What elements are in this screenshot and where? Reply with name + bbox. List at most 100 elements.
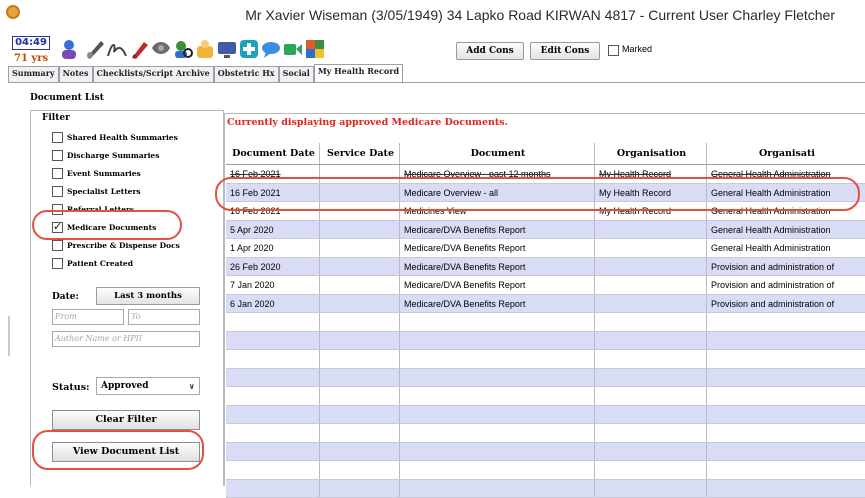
table-cell: 7 Jan 2020 <box>226 276 320 294</box>
patient-age: 71 yrs <box>14 53 48 64</box>
tab-my-health-record[interactable]: My Health Record <box>314 64 403 82</box>
panel-resize-handle[interactable] <box>8 316 16 356</box>
table-cell <box>320 202 400 220</box>
table-cell <box>320 406 400 424</box>
table-cell <box>707 332 865 350</box>
table-row[interactable] <box>226 369 865 388</box>
from-date-input[interactable]: From <box>52 309 124 325</box>
table-cell: Provision and administration of <box>707 276 865 294</box>
filter-referral-letters[interactable]: Referral Letters <box>52 202 134 216</box>
date-range-button[interactable]: Last 3 months <box>96 287 200 305</box>
table-cell <box>226 461 320 479</box>
filter-patient-created[interactable]: Patient Created <box>52 256 133 270</box>
table-row[interactable] <box>226 332 865 351</box>
app-icon <box>6 5 20 19</box>
header-service-date[interactable]: Service Date <box>320 143 400 164</box>
plus-icon[interactable] <box>238 38 260 60</box>
checkbox[interactable] <box>52 258 63 269</box>
view-document-list-button[interactable]: View Document List <box>52 442 200 462</box>
filter-specialist-letters[interactable]: Specialist Letters <box>52 184 141 198</box>
table-cell <box>595 461 707 479</box>
tab-social[interactable]: Social <box>279 66 314 82</box>
table-cell <box>400 387 595 405</box>
to-date-input[interactable]: To <box>128 309 200 325</box>
checkbox[interactable] <box>52 168 63 179</box>
header-document[interactable]: Document <box>400 143 595 164</box>
filter-event-summaries[interactable]: Event Summaries <box>52 166 141 180</box>
drug-icon[interactable] <box>194 38 216 60</box>
document-table: Document Date Service Date Document Orga… <box>226 143 865 498</box>
table-cell: Medicare Overview - all <box>400 184 595 202</box>
table-cell <box>595 295 707 313</box>
pencil-icon[interactable] <box>128 38 150 60</box>
pen-icon[interactable] <box>84 38 106 60</box>
table-row[interactable]: 7 Jan 2020Medicare/DVA Benefits ReportPr… <box>226 276 865 295</box>
table-cell <box>320 258 400 276</box>
table-row[interactable]: 5 Apr 2020Medicare/DVA Benefits ReportGe… <box>226 221 865 240</box>
table-row[interactable] <box>226 313 865 332</box>
tab-checklists[interactable]: Checklists/Script Archive <box>93 66 214 82</box>
table-row[interactable] <box>226 424 865 443</box>
search-user-icon[interactable] <box>172 38 194 60</box>
table-cell <box>320 350 400 368</box>
puzzle-icon[interactable] <box>304 38 326 60</box>
title-bar: Mr Xavier Wiseman (3/05/1949) 34 Lapko R… <box>0 0 865 30</box>
patient-icon[interactable] <box>58 38 80 60</box>
window-title: Mr Xavier Wiseman (3/05/1949) 34 Lapko R… <box>245 7 835 23</box>
table-row[interactable] <box>226 480 865 498</box>
table-cell <box>400 480 595 498</box>
table-row[interactable] <box>226 406 865 425</box>
table-cell: Medicare/DVA Benefits Report <box>400 258 595 276</box>
video-icon[interactable] <box>282 38 304 60</box>
clear-filter-button[interactable]: Clear Filter <box>52 410 200 430</box>
table-row[interactable]: 16 Feb 2021Medicines ViewMy Health Recor… <box>226 202 865 221</box>
table-row[interactable]: 6 Jan 2020Medicare/DVA Benefits ReportPr… <box>226 295 865 314</box>
header-document-date[interactable]: Document Date <box>226 143 320 164</box>
signature-icon[interactable] <box>106 38 128 60</box>
table-row[interactable] <box>226 387 865 406</box>
checkbox-checked[interactable] <box>52 222 63 233</box>
author-input[interactable]: Author Name or HPII <box>52 331 200 347</box>
table-cell: My Health Record <box>595 165 707 183</box>
clock: 04:49 <box>12 36 50 50</box>
checkbox[interactable] <box>52 186 63 197</box>
marked-checkbox[interactable] <box>608 45 619 56</box>
header-organisation[interactable]: Organisation <box>595 143 707 164</box>
table-row[interactable]: 16 Feb 2021Medicare Overview - past 12 m… <box>226 165 865 184</box>
checkbox[interactable] <box>52 204 63 215</box>
filter-medicare-documents[interactable]: Medicare Documents <box>52 220 156 234</box>
table-cell <box>320 480 400 498</box>
tab-notes[interactable]: Notes <box>59 66 93 82</box>
monitor-icon[interactable] <box>216 38 238 60</box>
checkbox[interactable] <box>52 132 63 143</box>
table-row[interactable]: 26 Feb 2020Medicare/DVA Benefits ReportP… <box>226 258 865 277</box>
filter-prescribe-dispense-docs[interactable]: Prescribe & Dispense Docs <box>52 238 180 252</box>
table-cell: 1 Apr 2020 <box>226 239 320 257</box>
table-row[interactable]: 16 Feb 2021Medicare Overview - allMy Hea… <box>226 184 865 203</box>
table-cell: Medicines View <box>400 202 595 220</box>
table-cell <box>320 461 400 479</box>
table-row[interactable] <box>226 350 865 369</box>
filter-discharge-summaries[interactable]: Discharge Summaries <box>52 148 159 162</box>
filter-shared-health-summaries[interactable]: Shared Health Summaries <box>52 130 178 144</box>
tab-summary[interactable]: Summary <box>8 66 59 82</box>
table-cell <box>400 406 595 424</box>
tab-obstetric-hx[interactable]: Obstetric Hx <box>214 66 279 82</box>
checkbox[interactable] <box>52 240 63 251</box>
table-cell <box>595 350 707 368</box>
tab-bar: Summary Notes Checklists/Script Archive … <box>8 66 403 82</box>
status-select[interactable]: Approved ∨ <box>96 377 200 395</box>
edit-cons-button[interactable]: Edit Cons <box>530 42 600 60</box>
table-header: Document Date Service Date Document Orga… <box>226 143 865 165</box>
table-cell <box>320 332 400 350</box>
table-cell <box>226 313 320 331</box>
table-row[interactable]: 1 Apr 2020Medicare/DVA Benefits ReportGe… <box>226 239 865 258</box>
chat-icon[interactable] <box>260 38 282 60</box>
table-row[interactable] <box>226 461 865 480</box>
checkbox[interactable] <box>52 150 63 161</box>
table-row[interactable] <box>226 443 865 462</box>
table-cell: Medicare Overview - past 12 months <box>400 165 595 183</box>
add-cons-button[interactable]: Add Cons <box>456 42 524 60</box>
header-organisation-type[interactable]: Organisati <box>707 143 865 164</box>
scanner-icon[interactable] <box>150 38 172 60</box>
